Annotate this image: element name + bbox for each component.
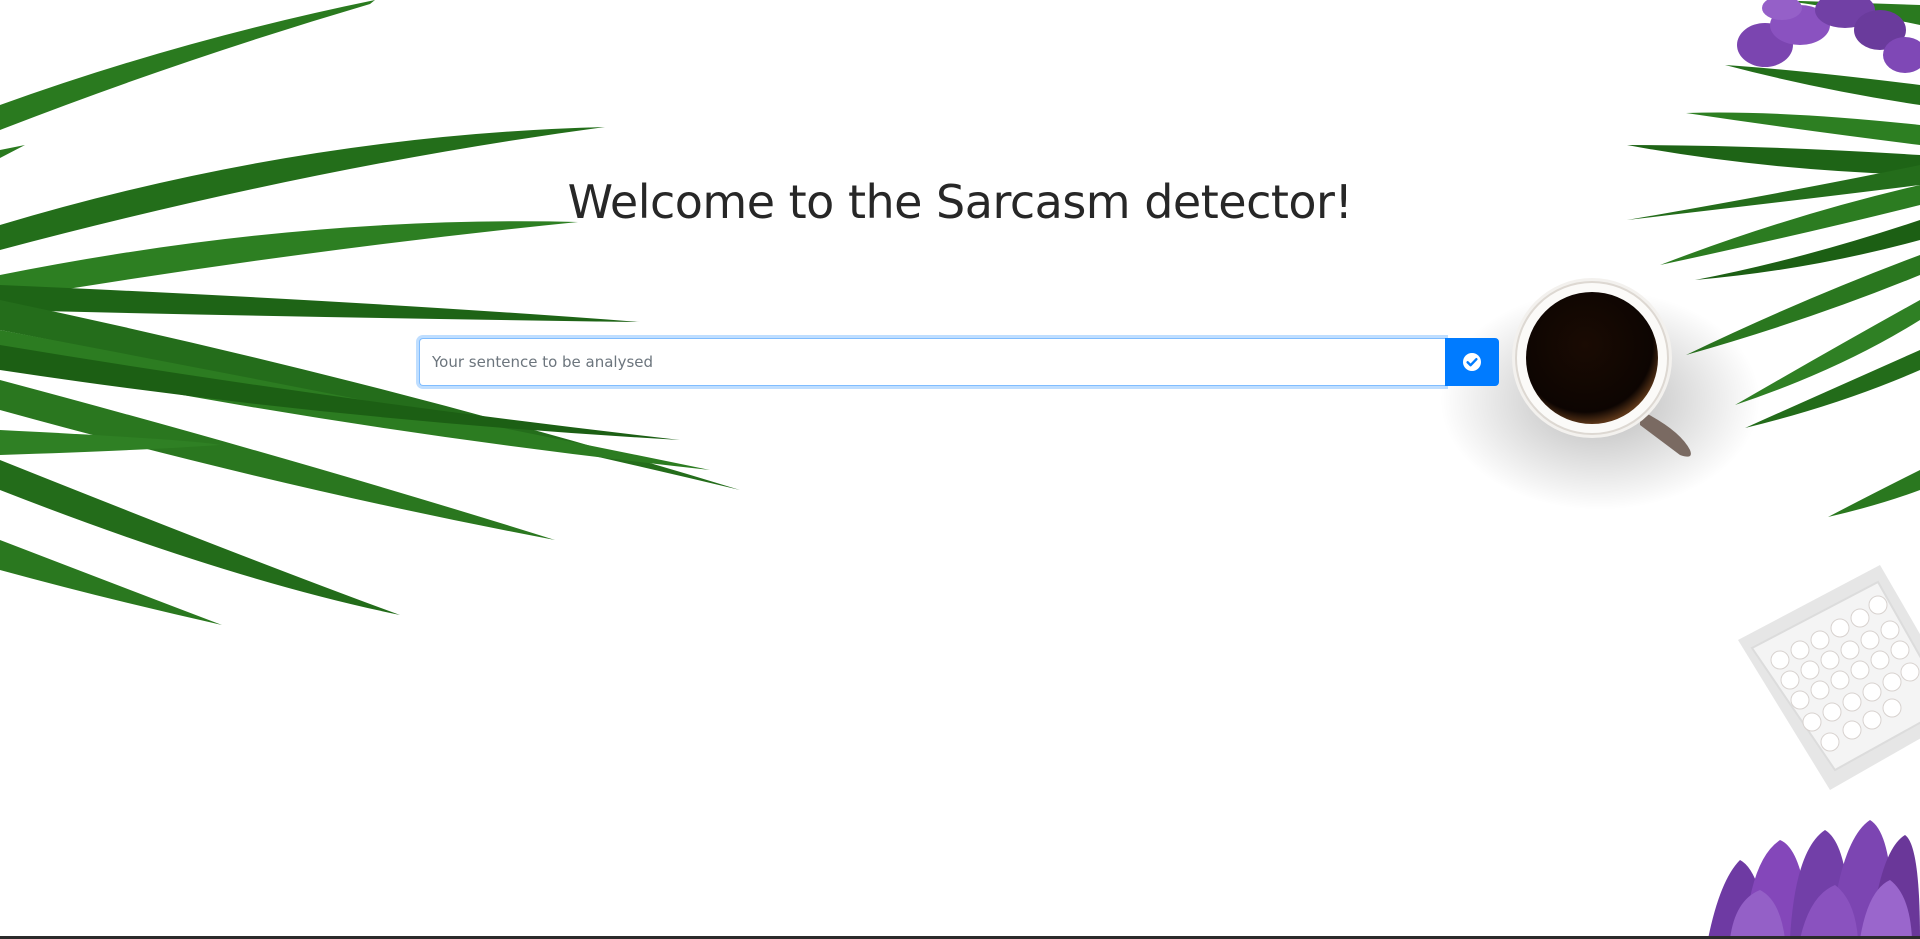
coffee-cup — [1440, 278, 1760, 510]
candy-dish — [1738, 565, 1920, 790]
background-decoration — [0, 0, 1920, 939]
submit-button[interactable] — [1445, 338, 1499, 386]
sentence-input[interactable] — [419, 338, 1445, 386]
sentence-form — [419, 338, 1499, 386]
palm-leaves-left — [0, 0, 740, 625]
tulips-bottom-right — [1708, 820, 1920, 939]
page: Welcome to the Sarcasm detector! — [0, 0, 1920, 939]
page-title: Welcome to the Sarcasm detector! — [567, 175, 1353, 229]
check-circle-icon — [1463, 353, 1481, 371]
